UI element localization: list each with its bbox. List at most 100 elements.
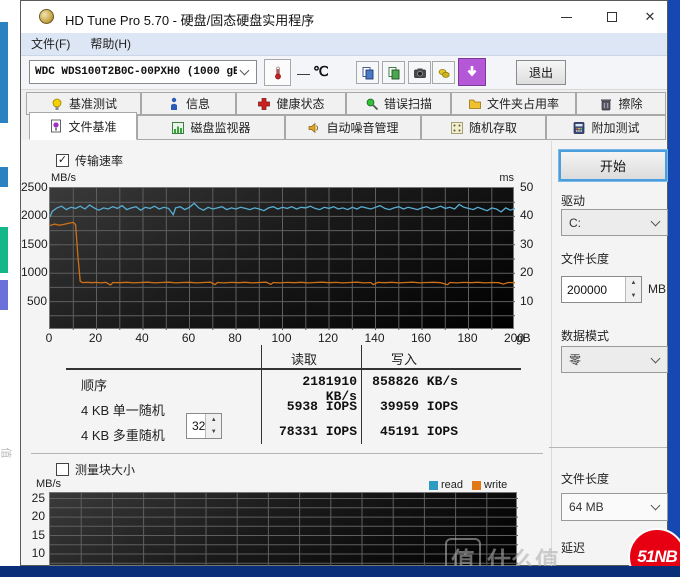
y2-axis-unit-label: ms: [484, 172, 514, 184]
axis-tick-label: 40: [520, 208, 542, 222]
transfer-rate-chart-canvas: [50, 188, 515, 330]
maximize-button[interactable]: [589, 1, 635, 33]
drive-label: 驱动: [561, 192, 585, 209]
table-divider: [261, 345, 262, 444]
file-length-2-dropdown[interactable]: 64 MB: [561, 493, 668, 521]
export-button[interactable]: [432, 61, 455, 84]
axis-tick-label: 500: [21, 294, 47, 308]
temperature-button[interactable]: [264, 59, 291, 86]
desktop-background: 值 HD Tune Pro 5.70 - 硬盘/固态硬盘实用程序 ✕ 文件(F)…: [0, 0, 680, 577]
folder-icon: [468, 97, 482, 111]
close-button[interactable]: ✕: [633, 1, 667, 33]
tab-label: 基准测试: [69, 95, 117, 112]
latency-label: 延迟: [561, 539, 585, 556]
write-column-header: 写入: [354, 349, 454, 368]
axis-tick-label: gB: [516, 331, 538, 345]
stepper-up-icon[interactable]: ▲: [626, 277, 641, 290]
transfer-rate-label: 传输速率: [75, 152, 123, 169]
tab-erase[interactable]: 擦除: [576, 92, 666, 115]
4k-single-write-value: 39959 IOPS: [364, 399, 458, 414]
block-size-checkbox[interactable]: 测量块大小: [56, 461, 135, 478]
titlebar[interactable]: HD Tune Pro 5.70 - 硬盘/固态硬盘实用程序 ✕: [21, 1, 667, 33]
axis-tick-label: 10: [21, 546, 45, 560]
checkbox-unchecked-icon: [56, 463, 69, 476]
tab-label: 随机存取: [469, 119, 517, 136]
exit-button[interactable]: 退出: [516, 60, 566, 85]
y-axis-unit-label: MB/s: [51, 172, 76, 184]
legend-read-label: read: [441, 479, 463, 491]
axis-tick-label: 60: [174, 331, 204, 345]
background-page-strip: 值: [0, 0, 20, 566]
drive-dropdown[interactable]: C:: [561, 209, 668, 236]
start-button[interactable]: 开始: [559, 150, 667, 181]
axis-tick-label: 40: [127, 331, 157, 345]
tab-label: 错误扫描: [384, 95, 432, 112]
axis-tick-label: 10: [520, 294, 542, 308]
data-mode-dropdown[interactable]: 零: [561, 346, 668, 373]
tab-file-benchmark[interactable]: 文件基准: [29, 112, 137, 140]
save-results-button[interactable]: [458, 58, 486, 86]
copy-image-button[interactable]: [382, 61, 405, 84]
axis-tick-label: 50: [520, 180, 542, 194]
transfer-rate-checkbox[interactable]: ✓ 传输速率: [56, 152, 123, 169]
tab-random-access[interactable]: 随机存取: [421, 115, 546, 140]
axis-tick-label: 120: [313, 331, 343, 345]
chevron-down-icon: [651, 353, 661, 363]
bulb-icon: [50, 97, 64, 111]
axis-tick-label: 100: [267, 331, 297, 345]
read-column-header: 读取: [254, 349, 354, 368]
tab-folder-usage[interactable]: 文件夹占用率: [451, 92, 576, 115]
axis-tick-label: 1000: [21, 265, 47, 279]
queue-depth-value: 32: [187, 414, 205, 438]
tab-extra-tests[interactable]: 附加测试: [546, 115, 666, 140]
dice-icon: [450, 121, 464, 135]
menu-help[interactable]: 帮助(H): [80, 33, 141, 56]
queue-depth-stepper[interactable]: 32 ▲▼: [186, 413, 222, 439]
taskbar-strip: [0, 566, 680, 577]
screenshot-button[interactable]: [408, 61, 431, 84]
axis-tick-label: 20: [520, 265, 542, 279]
app-window: HD Tune Pro 5.70 - 硬盘/固态硬盘实用程序 ✕ 文件(F) 帮…: [20, 0, 668, 566]
tab-health[interactable]: 健康状态: [236, 92, 346, 115]
tab-disk-monitor[interactable]: 磁盘监视器: [137, 115, 285, 140]
tab-aam[interactable]: 自动噪音管理: [285, 115, 421, 140]
file-length-label: 文件长度: [561, 250, 609, 267]
stepper-down-icon[interactable]: ▼: [626, 290, 641, 303]
temperature-unit: ℃: [313, 63, 329, 80]
y-axis-unit-label-2: MB/s: [36, 478, 61, 490]
4k-multi-read-value: 78331 IOPS: [264, 424, 357, 439]
copy-text-button[interactable]: [356, 61, 379, 84]
stepper-up-icon[interactable]: ▲: [206, 414, 221, 426]
block-size-label: 测量块大小: [75, 461, 135, 478]
axis-tick-label: 160: [406, 331, 436, 345]
tab-label: 健康状态: [276, 95, 324, 112]
stepper-down-icon[interactable]: ▼: [206, 426, 221, 438]
legend-write-swatch: [472, 481, 481, 490]
axis-tick-label: 20: [21, 509, 45, 523]
tab-label: 文件基准: [68, 118, 116, 135]
tab-info[interactable]: 信息: [141, 92, 236, 115]
tab-label: 文件夹占用率: [487, 95, 559, 112]
file-length-2-value: 64 MB: [562, 500, 648, 514]
export-icon: [437, 66, 451, 80]
down-arrow-icon: [464, 64, 480, 80]
tab-error-scan[interactable]: 错误扫描: [346, 92, 451, 115]
axis-tick-label: 30: [520, 237, 542, 251]
transfer-rate-chart: [49, 187, 514, 329]
axis-tick-label: 180: [453, 331, 483, 345]
menu-file[interactable]: 文件(F): [21, 33, 80, 56]
section-divider: [31, 453, 543, 454]
data-mode-label: 数据模式: [561, 327, 609, 344]
file-length-stepper[interactable]: 200000 ▲▼: [561, 276, 642, 303]
speaker-icon: [307, 121, 321, 135]
minimize-button[interactable]: [543, 1, 589, 33]
menubar: 文件(F) 帮助(H): [21, 33, 667, 56]
drive-select[interactable]: WDC WDS100T2B0C-00PXH0 (1000 gB): [29, 60, 257, 84]
tab-label: 信息: [186, 95, 210, 112]
minimize-icon: [561, 17, 572, 18]
axis-tick-label: 140: [360, 331, 390, 345]
tab-label: 磁盘监视器: [190, 119, 250, 136]
background-block: [0, 280, 8, 310]
axis-tick-label: 0: [34, 331, 64, 345]
checkbox-checked-icon: ✓: [56, 154, 69, 167]
